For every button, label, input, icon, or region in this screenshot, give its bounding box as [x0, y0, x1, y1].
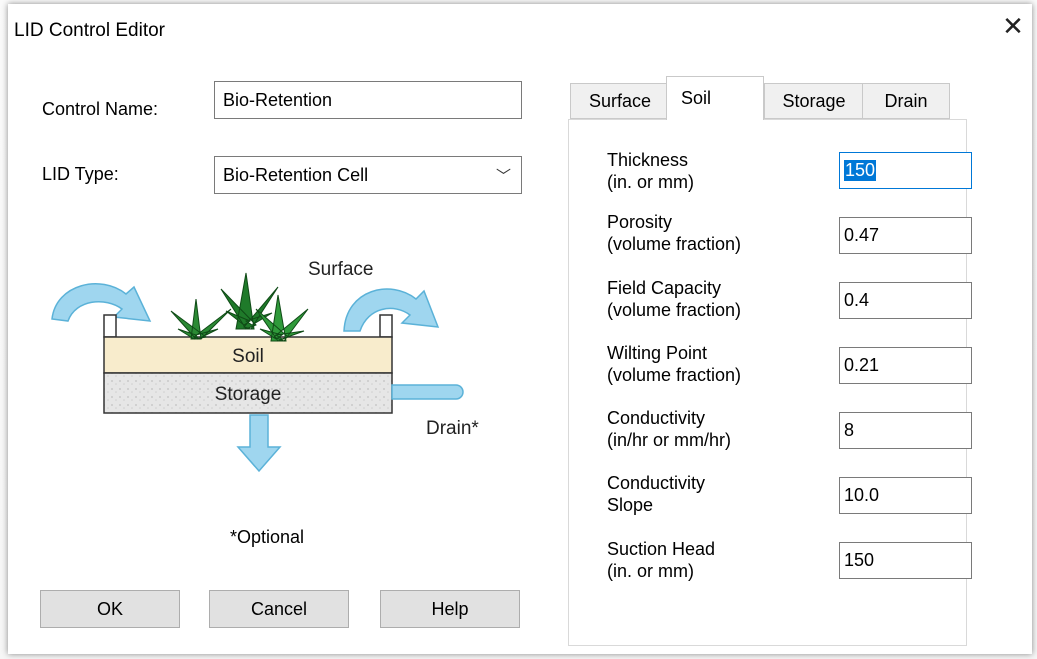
wilting-point-input[interactable]: 0.21	[839, 347, 972, 384]
control-name-label: Control Name:	[42, 99, 159, 119]
right-berm-post	[379, 314, 393, 338]
left-berm-post	[103, 314, 117, 338]
param-label-conductivity: Conductivity (in/hr or mm/hr)	[607, 408, 732, 450]
field-capacity-input[interactable]: 0.4	[839, 282, 972, 319]
control-name-value: Bio-Retention	[223, 89, 333, 110]
ok-button[interactable]: OK	[40, 590, 180, 628]
drain-pipe-icon	[391, 384, 464, 400]
param-label-conductivity-slope: Conductivity Slope	[607, 473, 706, 515]
conductivity-slope-value: 10.0	[844, 485, 880, 505]
tab-drain[interactable]: Drain	[862, 83, 950, 119]
wilting-point-value: 0.21	[844, 355, 880, 375]
window-title: LID Control Editor	[14, 20, 166, 41]
suction-head-input[interactable]: 150	[839, 542, 972, 579]
tab-surface[interactable]: Surface	[570, 83, 670, 119]
cancel-button[interactable]: Cancel	[209, 590, 349, 628]
thickness-input[interactable]: 150	[839, 152, 972, 189]
tab-storage[interactable]: Storage	[764, 83, 864, 119]
chevron-down-icon: ﹀	[495, 167, 511, 185]
inflow-arrow-icon	[51, 283, 152, 322]
conductivity-slope-input[interactable]: 10.0	[839, 477, 972, 514]
optional-note: *Optional	[230, 527, 305, 547]
lid-type-value: Bio-Retention Cell	[223, 164, 369, 185]
plant-icon	[170, 272, 309, 342]
param-label-thickness: Thickness (in. or mm)	[607, 150, 694, 192]
help-button[interactable]: Help	[380, 590, 520, 628]
bio-retention-diagram: Surface Soil Storage Drain*	[51, 259, 479, 473]
field-capacity-value: 0.4	[844, 290, 870, 310]
diagram-storage-label: Storage	[215, 384, 282, 405]
thickness-value: 150	[844, 160, 877, 181]
param-label-field-capacity: Field Capacity (volume fraction)	[607, 278, 742, 320]
conductivity-input[interactable]: 8	[839, 412, 972, 449]
param-label-suction-head: Suction Head (in. or mm)	[607, 539, 716, 581]
param-label-porosity: Porosity (volume fraction)	[607, 212, 742, 254]
close-icon[interactable]: ✕	[1000, 14, 1026, 40]
tab-soil[interactable]: Soil	[666, 76, 764, 120]
title-bar: LID Control Editor ✕	[8, 4, 1032, 56]
param-label-wilting-point: Wilting Point (volume fraction)	[607, 343, 742, 385]
lid-control-editor-dialog: LID Control Editor ✕ Control Name: Bio-R…	[8, 4, 1032, 654]
suction-head-value: 150	[844, 550, 875, 570]
porosity-input[interactable]: 0.47	[839, 217, 972, 254]
lid-type-select[interactable]: Bio-Retention Cell ﹀	[214, 156, 522, 194]
diagram-surface-label: Surface	[308, 259, 373, 280]
diagram-soil-label: Soil	[232, 346, 264, 367]
lid-type-label: LID Type:	[42, 164, 119, 184]
conductivity-value: 8	[844, 420, 855, 440]
porosity-value: 0.47	[844, 225, 880, 245]
exfiltration-arrow-icon	[236, 414, 282, 473]
soil-tab-panel: Thickness (in. or mm) 150 Porosity (volume…	[568, 119, 972, 646]
control-name-input[interactable]: Bio-Retention	[214, 81, 522, 119]
diagram-drain-label: Drain*	[426, 418, 479, 439]
